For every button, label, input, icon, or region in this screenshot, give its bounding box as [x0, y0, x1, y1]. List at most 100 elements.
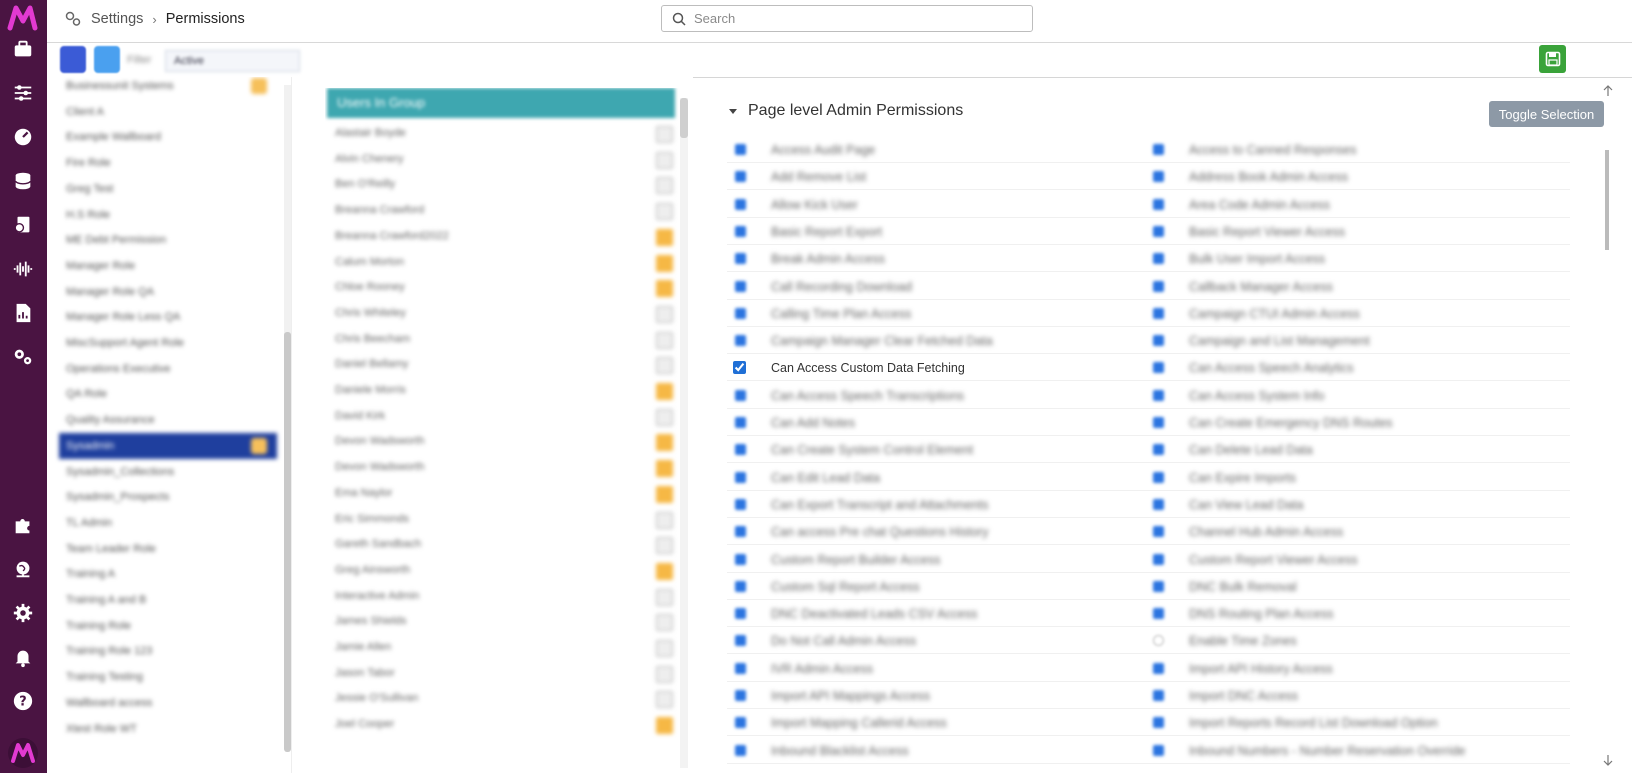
permission-checkbox[interactable] [735, 717, 746, 729]
permission-checkbox[interactable] [735, 635, 746, 647]
permission-checkbox[interactable] [735, 498, 746, 510]
user-row[interactable]: Interactive Admin [325, 584, 675, 610]
user-row[interactable]: Breanna Crawford [325, 198, 675, 224]
user-select-checkbox[interactable] [656, 383, 673, 400]
breadcrumb-settings-link[interactable]: Settings [91, 11, 143, 27]
user-row[interactable]: Jamie Allen [325, 635, 675, 661]
permission-row[interactable]: Calling Time Plan Access [727, 300, 1152, 327]
permission-checkbox[interactable] [735, 444, 746, 456]
permission-row[interactable]: Import API History Access [1145, 655, 1570, 682]
group-list-item[interactable]: Team Leader Role [59, 536, 277, 562]
user-select-checkbox[interactable] [656, 588, 673, 606]
user-row[interactable]: Alvin Chenery [325, 147, 675, 173]
user-select-checkbox[interactable] [656, 485, 673, 503]
permission-checkbox[interactable] [735, 471, 746, 483]
permission-row[interactable]: Add Remove List [727, 163, 1152, 191]
permission-row[interactable]: Import Mapping Callerid Access [727, 709, 1152, 737]
user-row[interactable]: Jessie O'Sullivan [325, 686, 675, 712]
nav-globe-icon[interactable] [10, 556, 36, 582]
filter-select[interactable]: Active [165, 50, 300, 72]
permission-checkbox[interactable] [1153, 635, 1164, 647]
permission-checkbox[interactable] [735, 389, 746, 401]
permission-row[interactable]: Bulk User Import Access [1145, 245, 1570, 273]
user-row[interactable]: David Kirk [325, 404, 675, 430]
caret-down-icon[interactable] [728, 106, 738, 116]
permission-checkbox[interactable] [735, 225, 746, 237]
permission-row[interactable]: Can Add Notes [727, 409, 1152, 436]
permission-row[interactable]: Call Recording Download [727, 273, 1152, 300]
permission-row[interactable]: Access Audit Page [727, 136, 1152, 163]
user-select-checkbox[interactable] [656, 228, 673, 246]
user-select-checkbox[interactable] [656, 460, 673, 478]
group-list-item[interactable]: Fire Role [59, 150, 277, 176]
permission-checkbox[interactable] [1153, 690, 1164, 701]
permission-checkbox[interactable] [1153, 744, 1164, 756]
user-row[interactable]: Daniele Morris [325, 378, 675, 404]
permission-row[interactable]: Can Edit Lead Data [727, 464, 1152, 491]
scroll-up-arrow-icon[interactable] [1603, 85, 1613, 97]
permission-checkbox[interactable] [735, 744, 746, 756]
group-list-item[interactable]: Client A [59, 99, 277, 125]
user-select-checkbox[interactable] [656, 357, 673, 375]
permission-checkbox[interactable] [1153, 717, 1164, 729]
nav-reports-icon[interactable] [10, 212, 36, 238]
permission-row[interactable]: Campaign CTUI Admin Access [1145, 300, 1570, 327]
user-row[interactable]: Jason Tabor [325, 661, 675, 687]
toggle-selection-button[interactable]: Toggle Selection [1489, 101, 1604, 127]
permission-row[interactable]: Can Delete Lead Data [1145, 436, 1570, 464]
nav-puzzle-icon[interactable] [10, 512, 36, 538]
permission-row[interactable]: Import Reports Record List Download Opti… [1145, 709, 1570, 737]
user-row[interactable]: Chris Whiteley [325, 301, 675, 327]
group-list-item[interactable]: Training A [59, 561, 277, 587]
permission-checkbox[interactable] [735, 526, 746, 538]
permission-row[interactable]: Callback Manager Access [1145, 273, 1570, 300]
group-list-item[interactable]: QA Role [59, 381, 277, 407]
group-list-item[interactable]: Training Role 123 [59, 638, 277, 664]
group-list-item[interactable]: Training A and B [59, 587, 277, 613]
permission-row[interactable]: Access to Canned Responses [1145, 136, 1570, 163]
permission-row[interactable]: IVR Admin Access [727, 655, 1152, 682]
user-row[interactable]: Daniel Bellamy [325, 352, 675, 378]
user-select-checkbox[interactable] [656, 203, 673, 221]
permission-checkbox[interactable] [1153, 498, 1164, 510]
nav-dashboard-icon[interactable] [10, 124, 36, 150]
permission-row[interactable]: Can access Pre chat Questions History [727, 518, 1152, 546]
permission-row[interactable]: Can View Lead Data [1145, 491, 1570, 518]
permission-row[interactable]: Channel Hub Admin Access [1145, 518, 1570, 546]
group-list-item[interactable]: Sysadmin_Prospects [59, 484, 277, 510]
user-select-checkbox[interactable] [656, 126, 673, 143]
permission-row[interactable]: Can Access System Info [1145, 382, 1570, 409]
user-select-checkbox[interactable] [656, 691, 673, 709]
permission-row[interactable]: Can Create Emergency DNS Routes [1145, 409, 1570, 436]
permission-checkbox[interactable] [735, 280, 746, 292]
brand-badge-icon[interactable] [7, 737, 39, 769]
group-list-item[interactable]: TL Admin [59, 510, 277, 536]
user-row[interactable]: Chloe Rooney [325, 275, 675, 301]
group-list-item[interactable]: H.S Role [59, 202, 277, 228]
group-list-item[interactable]: Sysadmin_Collections [59, 459, 277, 485]
user-select-checkbox[interactable] [656, 151, 673, 169]
user-row[interactable]: Devon Wadsworth [325, 429, 675, 455]
user-select-checkbox[interactable] [656, 408, 673, 426]
permission-row[interactable]: Custom Report Viewer Access [1145, 546, 1570, 573]
user-row[interactable]: Devon Wadsworth [325, 455, 675, 481]
group-list-item[interactable]: ME Debt Permission [59, 227, 277, 253]
group-list-item[interactable]: MiscSupport Agent Role [59, 330, 277, 356]
nav-bell-icon[interactable] [10, 644, 36, 670]
group-list-item[interactable]: Manager Role Less QA [59, 304, 277, 330]
permission-checkbox[interactable] [1153, 307, 1164, 319]
permission-checkbox[interactable] [735, 662, 746, 674]
permission-row[interactable]: Address Book Admin Access [1145, 163, 1570, 191]
permission-checkbox[interactable] [1153, 225, 1164, 237]
permission-checkbox[interactable] [735, 198, 746, 210]
permission-row[interactable]: Import DNC Access [1145, 682, 1570, 709]
permission-checkbox[interactable] [1153, 471, 1164, 483]
permission-row[interactable]: Campaign Manager Clear Fetched Data [727, 327, 1152, 355]
permission-checkbox[interactable] [735, 171, 746, 183]
group-list-item[interactable]: Example Wallboard [59, 124, 277, 150]
user-select-checkbox[interactable] [656, 280, 673, 298]
group-list-item[interactable]: Sysadmin [59, 432, 277, 459]
permission-row[interactable]: Can Export Transcript and Attachments [727, 491, 1152, 518]
permission-row[interactable]: Can Create System Control Element [727, 436, 1152, 464]
nav-cogs-icon[interactable] [10, 344, 36, 370]
